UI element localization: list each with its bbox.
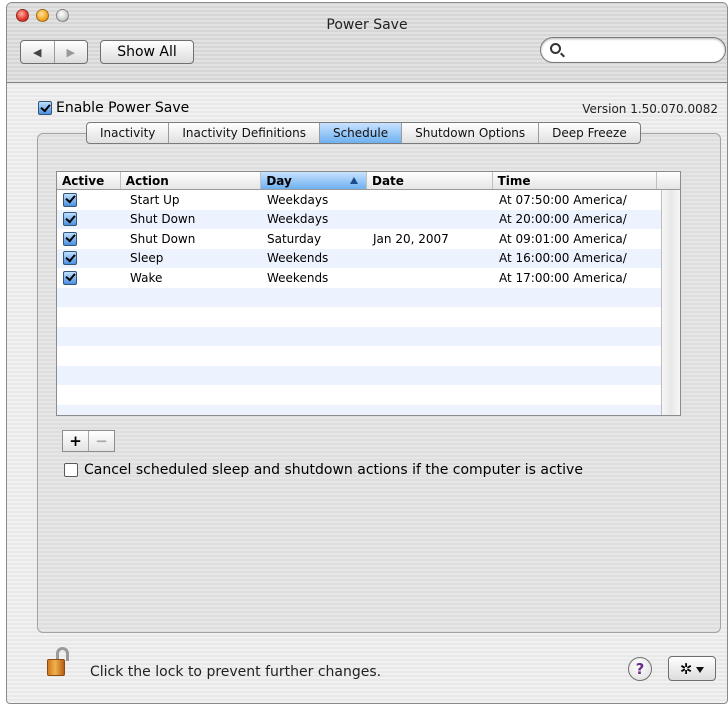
row-active-cell	[57, 270, 120, 285]
lock-icon[interactable]	[47, 647, 71, 677]
add-schedule-button[interactable]: +	[63, 431, 88, 451]
table-scrollbar[interactable]	[661, 190, 680, 415]
search-input[interactable]	[565, 41, 715, 59]
enable-power-save-checkbox[interactable]	[38, 101, 52, 115]
back-forward-control: ◀ ▶	[20, 40, 88, 64]
search-icon	[550, 43, 561, 54]
table-row[interactable]: Shut Down Saturday Jan 20, 2007 At 09:01…	[57, 229, 661, 249]
row-action-cell: Start Up	[130, 192, 180, 207]
row-active-checkbox[interactable]	[63, 192, 77, 207]
table-row[interactable]: Wake Weekends At 17:00:00 America/	[57, 268, 661, 288]
row-action-cell: Shut Down	[130, 212, 196, 227]
tab-schedule[interactable]: Schedule	[318, 123, 402, 143]
row-day-cell: Weekends	[267, 251, 329, 266]
enable-power-save-label[interactable]: Enable Power Save	[56, 100, 189, 116]
tab-bar: Inactivity Inactivity Definitions Schedu…	[86, 122, 641, 144]
action-menu-button[interactable]: ✲	[668, 656, 716, 681]
row-action-cell: Shut Down	[130, 231, 196, 246]
column-header-date[interactable]: Date	[366, 172, 492, 189]
row-time-cell: At 16:00:00 America/	[499, 251, 627, 266]
row-day-cell: Weekdays	[267, 192, 329, 207]
lock-body	[47, 659, 65, 676]
table-body: Start Up Weekdays At 07:50:00 America/ S…	[57, 190, 661, 415]
row-active-cell	[57, 251, 120, 266]
gear-icon: ✲	[679, 659, 693, 678]
tab-shutdown-options[interactable]: Shutdown Options	[401, 123, 538, 143]
table-row-empty	[57, 326, 661, 346]
show-all-button[interactable]: Show All	[100, 40, 194, 64]
lock-status-text: Click the lock to prevent further change…	[90, 664, 382, 680]
row-active-checkbox[interactable]	[63, 251, 77, 266]
remove-schedule-button[interactable]: −	[88, 431, 114, 451]
column-header-action[interactable]: Action	[119, 172, 261, 189]
cancel-scheduled-actions-label[interactable]: Cancel scheduled sleep and shutdown acti…	[84, 462, 583, 478]
column-header-active[interactable]: Active	[57, 172, 120, 189]
window-title: Power Save	[326, 17, 408, 33]
row-active-cell	[57, 231, 120, 246]
cancel-scheduled-actions-checkbox[interactable]	[64, 463, 78, 477]
column-header-time[interactable]: Time	[491, 172, 656, 189]
row-day-cell: Weekdays	[267, 212, 329, 227]
row-time-cell: At 17:00:00 America/	[499, 270, 627, 285]
row-action-cell: Wake	[130, 270, 163, 285]
schedule-table: Active Action Day Date Time Start Up Wee…	[56, 171, 681, 416]
forward-button[interactable]: ▶	[53, 41, 88, 63]
table-row-empty	[57, 385, 661, 405]
column-header-day[interactable]: Day	[260, 172, 366, 189]
search-field[interactable]	[540, 37, 726, 63]
row-time-cell: At 20:00:00 America/	[499, 212, 627, 227]
row-day-cell: Weekends	[267, 270, 329, 285]
row-active-cell	[57, 192, 120, 207]
table-row[interactable]: Shut Down Weekdays At 20:00:00 America/	[57, 209, 661, 229]
tab-inactivity[interactable]: Inactivity	[87, 123, 168, 143]
back-button[interactable]: ◀	[21, 41, 54, 63]
tab-inactivity-definitions[interactable]: Inactivity Definitions	[168, 123, 319, 143]
table-header: Active Action Day Date Time	[57, 172, 680, 190]
tab-deep-freeze[interactable]: Deep Freeze	[538, 123, 640, 143]
row-active-checkbox[interactable]	[63, 231, 77, 246]
row-time-cell: At 09:01:00 America/	[499, 231, 627, 246]
table-row-empty	[57, 307, 661, 327]
table-row-empty	[57, 365, 661, 385]
sort-ascending-icon	[350, 177, 358, 184]
add-remove-control: + −	[62, 430, 115, 452]
table-row-empty	[57, 287, 661, 307]
column-header-day-label: Day	[266, 173, 292, 188]
version-label: Version 1.50.070.0082	[582, 102, 718, 116]
forward-arrow-icon: ▶	[66, 45, 75, 59]
row-time-cell: At 07:50:00 America/	[499, 192, 627, 207]
cancel-scheduled-actions-row: Cancel scheduled sleep and shutdown acti…	[64, 462, 583, 478]
enable-power-save-row: Enable Power Save	[38, 100, 189, 116]
preferences-window: Power Save ◀ ▶ Show All Enable Power Sav…	[6, 2, 728, 704]
row-active-cell	[57, 212, 120, 227]
row-active-checkbox[interactable]	[63, 270, 77, 285]
row-date-cell: Jan 20, 2007	[373, 231, 449, 246]
row-active-checkbox[interactable]	[63, 212, 77, 227]
column-header-corner	[656, 172, 680, 189]
table-row-empty	[57, 346, 661, 366]
dropdown-arrow-icon	[696, 666, 705, 673]
title-bar: Power Save ◀ ▶ Show All	[7, 3, 727, 83]
help-button[interactable]: ?	[628, 657, 652, 681]
table-row-empty	[57, 404, 661, 415]
table-row[interactable]: Start Up Weekdays At 07:50:00 America/	[57, 190, 661, 210]
table-row[interactable]: Sleep Weekends At 16:00:00 America/	[57, 248, 661, 268]
row-day-cell: Saturday	[267, 231, 322, 246]
back-arrow-icon: ◀	[33, 45, 42, 59]
row-action-cell: Sleep	[130, 251, 164, 266]
